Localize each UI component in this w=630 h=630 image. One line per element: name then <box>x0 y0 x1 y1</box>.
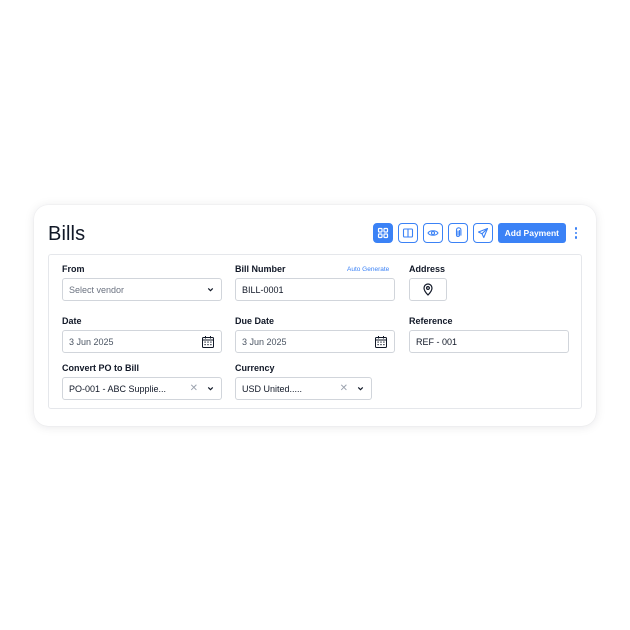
grid-view-button[interactable] <box>372 223 393 243</box>
bill-number-value: BILL-0001 <box>242 284 284 295</box>
auto-generate-link[interactable]: Auto Generate <box>347 266 389 273</box>
currency-select[interactable]: USD United..... ✕ <box>235 377 372 400</box>
bill-number-input[interactable]: BILL-0001 <box>235 278 395 301</box>
send-button[interactable] <box>472 223 493 243</box>
grid-icon <box>377 227 388 239</box>
chevron-down-icon <box>357 387 364 391</box>
currency-label: Currency <box>235 363 275 373</box>
date-label: Date <box>62 316 82 326</box>
map-pin-icon <box>423 283 433 296</box>
bill-number-label: Bill Number <box>235 264 286 274</box>
split-view-button[interactable] <box>397 223 418 243</box>
chevron-down-icon <box>207 288 214 292</box>
due-date-value: 3 Jun 2025 <box>242 336 287 347</box>
clear-icon[interactable]: ✕ <box>190 383 198 394</box>
toolbar: Add Payment <box>372 223 582 243</box>
convert-po-select[interactable]: PO-001 - ABC Supplie... ✕ <box>62 377 222 400</box>
reference-input[interactable]: REF - 001 <box>409 330 569 353</box>
reference-value: REF - 001 <box>416 336 458 347</box>
page-title: Bills <box>48 223 86 245</box>
from-label: From <box>62 264 85 274</box>
clear-icon[interactable]: ✕ <box>340 383 348 394</box>
bills-card: Bills Add Payment From Select vendor Bil… <box>34 205 596 426</box>
address-button[interactable] <box>409 278 447 301</box>
calendar-icon[interactable] <box>201 335 215 349</box>
calendar-icon[interactable] <box>374 335 388 349</box>
bill-form: From Select vendor Bill Number Auto Gene… <box>48 254 582 409</box>
chevron-down-icon <box>207 387 214 391</box>
convert-po-value: PO-001 - ABC Supplie... <box>69 383 167 394</box>
vendor-select-placeholder: Select vendor <box>69 284 125 295</box>
attach-button[interactable] <box>447 223 468 243</box>
date-value: 3 Jun 2025 <box>69 336 114 347</box>
vendor-select[interactable]: Select vendor <box>62 278 222 301</box>
currency-value: USD United..... <box>242 383 303 394</box>
add-payment-button[interactable]: Add Payment <box>497 223 566 243</box>
kebab-icon[interactable] <box>570 223 582 243</box>
address-label: Address <box>409 264 446 274</box>
reference-label: Reference <box>409 316 453 326</box>
convert-po-label: Convert PO to Bill <box>62 363 140 373</box>
eye-icon <box>427 230 439 236</box>
due-date-input[interactable]: 3 Jun 2025 <box>235 330 395 353</box>
split-view-icon <box>402 228 413 238</box>
send-icon <box>477 227 488 239</box>
preview-button[interactable] <box>422 223 443 243</box>
due-date-label: Due Date <box>235 316 275 326</box>
date-input[interactable]: 3 Jun 2025 <box>62 330 222 353</box>
paperclip-icon <box>455 227 462 237</box>
